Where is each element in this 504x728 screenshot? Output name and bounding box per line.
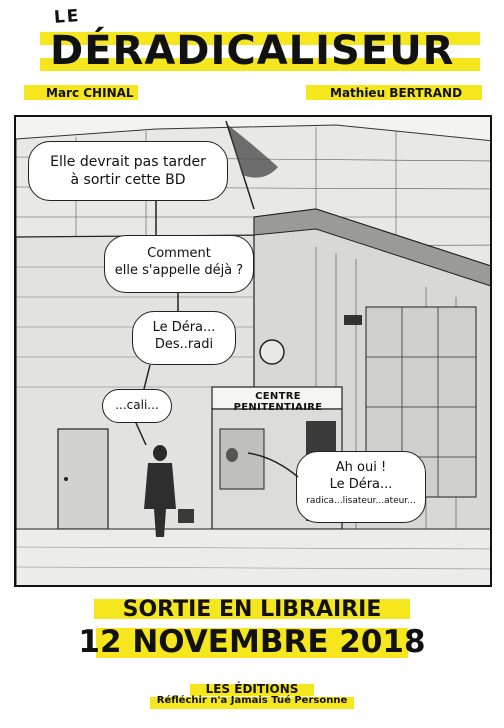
bubble-3-line-2: Des..radi [154,336,214,352]
bubble-5-line-2: Le Déra... [329,476,393,492]
publisher-tagline: Réfléchir n'a Jamais Tué Personne [156,695,348,706]
bubble-4-line-1: ...cali... [115,398,159,412]
speech-bubble-1: Elle devrait pas tarder à sortir cette B… [28,141,228,201]
author-artist: Mathieu BERTRAND [330,86,463,100]
page-title: DÉRADICALISEUR [50,28,455,74]
prison-sign: CENTRE PENITENTIAIRE [233,391,323,413]
bubble-1-line-1: Elle devrait pas tarder [50,154,206,170]
publisher-name: LES ÉDITIONS [205,682,299,696]
bubble-5-line-3: radica...lisateur...ateur... [306,495,416,506]
bubble-1-line-2: à sortir cette BD [70,172,186,189]
release-date: 12 NOVEMBRE 2018 [78,624,426,660]
bubble-2-line-1: Comment [147,246,211,261]
title-prefix: LE [53,6,82,28]
speech-bubble-2: Comment elle s'appelle déjà ? [104,235,254,293]
author-writer: Marc CHINAL [46,86,134,100]
comic-panel: CENTRE PENITENTIAIRE Elle devrait pas ta… [14,115,492,587]
bubble-3-line-1: Le Déra... [152,320,216,335]
bubble-2-line-2: elle s'appelle déjà ? [114,262,244,278]
speech-bubble-3: Le Déra... Des..radi [132,311,236,365]
speech-bubble-4: ...cali... [102,389,172,423]
bubble-5-line-1: Ah oui ! [335,460,387,475]
release-line-1: SORTIE EN LIBRAIRIE [122,597,382,622]
speech-bubble-5: Ah oui ! Le Déra... radica...lisateur...… [296,451,426,523]
